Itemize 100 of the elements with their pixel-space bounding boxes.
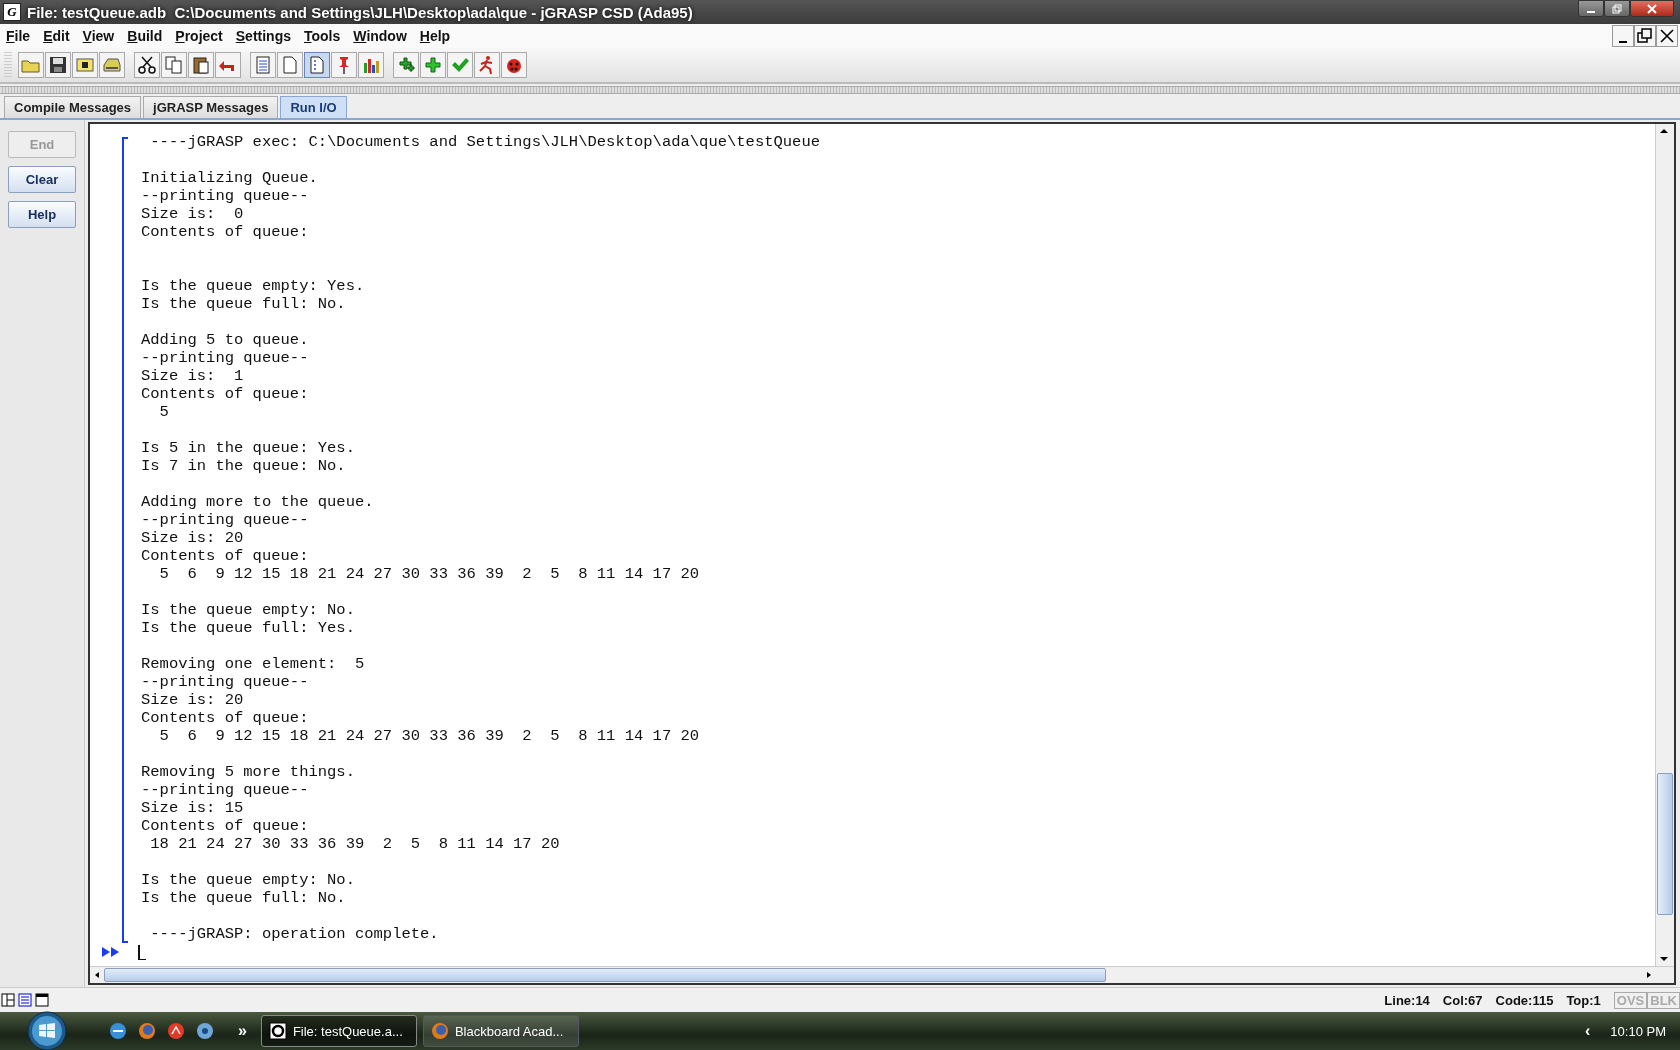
clock[interactable]: 10:10 PM <box>1610 1023 1666 1039</box>
close-button[interactable] <box>1656 25 1678 47</box>
output-line: Size is: 15 <box>141 799 245 817</box>
vertical-scrollbar[interactable] <box>1655 124 1674 966</box>
horizontal-scrollbar[interactable] <box>90 966 1674 983</box>
output-line: Contents of queue: <box>141 709 310 727</box>
plus-small-icon <box>396 55 416 75</box>
output-line: 5 6 9 12 15 18 21 24 27 30 33 36 39 2 5 8 11 14 17 20 <box>158 565 701 583</box>
output-line: Contents of queue: <box>141 385 310 403</box>
text-cursor <box>138 944 146 960</box>
toolbar-button[interactable] <box>188 52 214 78</box>
minimize-button[interactable] <box>1612 25 1634 47</box>
menu-item[interactable]: Settings <box>235 28 291 44</box>
menu-item[interactable]: Build <box>127 28 163 44</box>
tab[interactable]: jGRASP Messages <box>143 96 279 118</box>
messenger-icon[interactable] <box>166 1021 186 1041</box>
scroll-thumb[interactable] <box>104 968 1106 982</box>
split-layout-icon[interactable] <box>1 993 15 1007</box>
printer-icon <box>102 55 122 75</box>
status-text: Line:14 <box>1384 992 1430 1008</box>
toolbar-button[interactable] <box>72 52 98 78</box>
mode-indicator: BLK <box>1647 991 1680 1009</box>
output-line: --printing queue-- <box>141 349 310 367</box>
scroll-thumb[interactable] <box>1657 772 1673 915</box>
minimize-button[interactable] <box>1578 0 1604 17</box>
app-logo-icon: G <box>3 3 21 21</box>
tab[interactable]: Compile Messages <box>4 96 142 118</box>
minimize-icon <box>1587 10 1595 13</box>
prompt-arrows-icon <box>102 947 120 957</box>
taskbar-button[interactable]: File: testQueue.a... <box>260 1015 417 1047</box>
output-line: Contents of queue: <box>141 223 310 241</box>
copy-icon <box>164 55 184 75</box>
start-button[interactable] <box>24 1011 70 1050</box>
numbered-doc-icon <box>307 55 327 75</box>
mode-indicator: OVS <box>1613 991 1648 1009</box>
tab[interactable]: Run I/O <box>280 96 347 118</box>
output-line: Is the queue empty: No. <box>141 601 356 619</box>
output-line: Contents of queue: <box>141 547 310 565</box>
output-line: 5 6 9 12 15 18 21 24 27 30 33 36 39 2 5 8 11 14 17 20 <box>158 727 701 745</box>
output-line: Is the queue full: No. <box>141 295 347 313</box>
overflow-chevron[interactable]: » <box>238 1022 247 1040</box>
doc-lines-icon <box>253 55 273 75</box>
close-icon <box>1659 28 1675 44</box>
menu-item[interactable]: Help <box>419 28 451 44</box>
minimize-icon <box>1619 41 1627 43</box>
status-text: Top:1 <box>1566 992 1601 1008</box>
output-line: --printing queue-- <box>141 187 310 205</box>
output-line: Size is: 0 <box>141 205 245 223</box>
menu-item[interactable]: Window <box>353 28 407 44</box>
menu-item[interactable]: File <box>6 28 31 44</box>
output-line: --printing queue-- <box>141 511 310 529</box>
restore-button[interactable] <box>1604 0 1630 17</box>
close-button[interactable] <box>1630 0 1674 17</box>
output-line: Removing 5 more things. <box>141 763 356 781</box>
plus-icon <box>423 55 443 75</box>
menu-item[interactable]: Project <box>175 28 223 44</box>
side-button[interactable]: Clear <box>8 166 76 193</box>
output-line: Is the queue empty: Yes. <box>141 277 366 295</box>
output-line: --printing queue-- <box>141 781 310 799</box>
taskbar-button[interactable]: Blackboard Acad... <box>422 1015 579 1047</box>
output-line: Is 7 in the queue: No. <box>141 457 347 475</box>
restore-button[interactable] <box>1634 25 1656 47</box>
output-line: --printing queue-- <box>141 673 310 691</box>
restore-icon <box>1611 3 1623 14</box>
toolbar-button[interactable] <box>134 52 160 78</box>
toolbar-button[interactable] <box>501 52 527 78</box>
output-line: Adding more to the queue. <box>141 493 375 511</box>
toolbar-button[interactable] <box>358 52 384 78</box>
toolbar-button[interactable] <box>45 52 71 78</box>
window-layout-icon[interactable] <box>35 993 49 1007</box>
app-logo-icon <box>268 1022 287 1040</box>
exec-line: ----jGRASP exec: C:\Documents and Settings\JLH\Desktop\ada\que\testQueue <box>149 133 820 151</box>
output-line: Is the queue empty: No. <box>141 871 356 889</box>
toolbar-button[interactable] <box>99 52 125 78</box>
output-line: Size is: 20 <box>141 691 245 709</box>
scissors-icon <box>137 55 157 75</box>
side-button[interactable]: Help <box>8 201 76 228</box>
output-line: 18 21 24 27 30 33 36 39 2 5 8 11 14 17 20 <box>149 835 561 853</box>
output-line: Initializing Queue. <box>141 169 319 187</box>
toolbar-button[interactable] <box>393 52 419 78</box>
doc-icon <box>280 55 300 75</box>
list-layout-icon[interactable] <box>18 993 32 1007</box>
media-player-icon[interactable] <box>195 1021 215 1041</box>
exec-line: ----jGRASP: operation complete. <box>149 925 440 943</box>
menu-item[interactable]: View <box>82 28 115 44</box>
window-title: File: testQueue.adb C:\Documents and Settings\JLH\Desktop\ada\que - jGRASP CSD (Ada95) <box>27 3 693 21</box>
output-line: 5 <box>158 403 170 421</box>
menu-item[interactable]: Edit <box>43 28 70 44</box>
output-line: Contents of queue: <box>141 817 310 835</box>
output-line: Is the queue full: No. <box>141 889 347 907</box>
output-line: Is 5 in the queue: Yes. <box>141 439 356 457</box>
status-text: Col:67 <box>1442 992 1483 1008</box>
output-line: Removing one element: 5 <box>141 655 366 673</box>
tray-expand[interactable]: ‹ <box>1585 1022 1591 1040</box>
status-text: Code:115 <box>1495 992 1554 1008</box>
menu-item[interactable]: Tools <box>304 28 341 44</box>
paste-icon <box>191 55 211 75</box>
output-line: Size is: 1 <box>141 367 245 385</box>
output-line: Is the queue full: Yes. <box>141 619 356 637</box>
close-icon <box>1645 3 1659 14</box>
